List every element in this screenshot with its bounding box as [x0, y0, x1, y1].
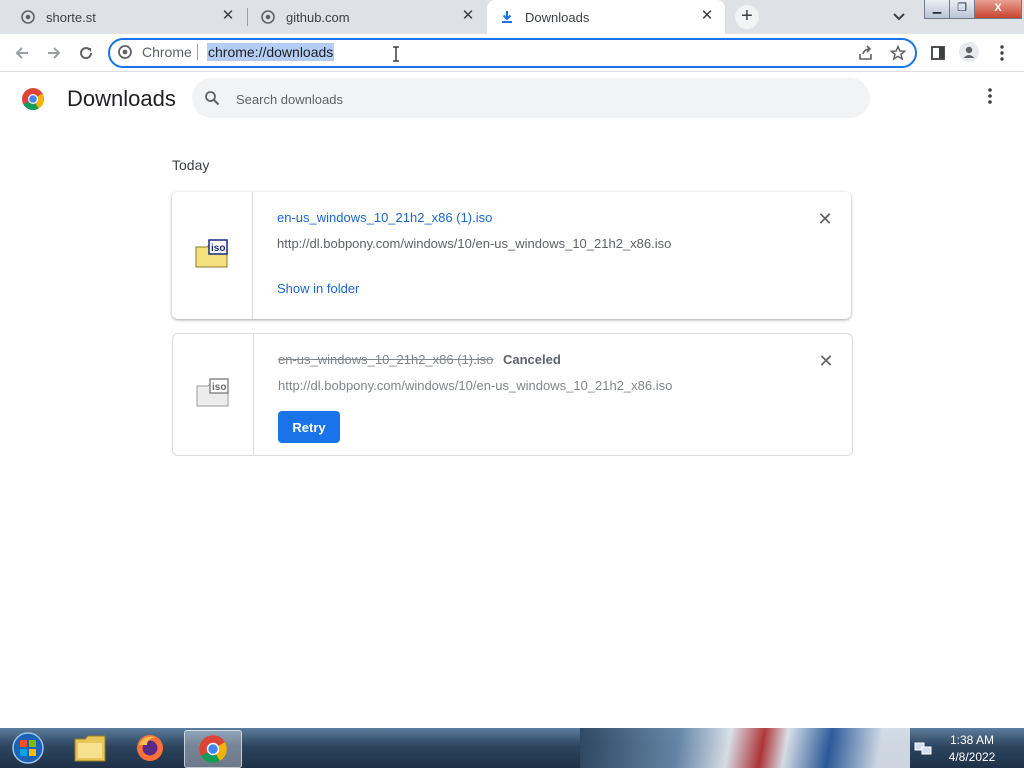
url-text[interactable]: chrome://downloads [207, 43, 335, 61]
download-status: Canceled [503, 352, 561, 367]
download-filename: en-us_windows_10_21h2_x86 (1).iso [278, 352, 494, 367]
retry-button[interactable]: Retry [278, 411, 340, 443]
svg-text:iso: iso [212, 382, 226, 393]
clock-date[interactable]: 4/8/2022 [940, 750, 1004, 764]
network-icon[interactable] [914, 740, 932, 756]
download-source-url[interactable]: http://dl.bobpony.com/windows/10/en-us_w… [277, 236, 671, 251]
new-tab-button[interactable]: + [735, 5, 759, 29]
close-tab-icon[interactable]: ✕ [699, 8, 715, 24]
download-filename-link[interactable]: en-us_windows_10_21h2_x86 (1).iso [277, 210, 492, 225]
bookmark-star-icon[interactable] [888, 43, 908, 63]
show-in-folder-link[interactable]: Show in folder [277, 281, 359, 296]
tab-github[interactable]: github.com ✕ [248, 0, 486, 34]
tab-downloads[interactable]: Downloads ✕ [487, 0, 725, 34]
tab-title: Downloads [525, 9, 590, 25]
file-explorer-icon[interactable] [62, 730, 118, 766]
desktop-wallpaper-strip [580, 728, 910, 768]
minimize-button[interactable]: ▁ [924, 0, 950, 19]
side-panel-icon[interactable] [928, 43, 948, 63]
date-section-header: Today [172, 157, 210, 173]
close-tab-icon[interactable]: ✕ [460, 8, 476, 24]
restore-button[interactable]: ❐ [949, 0, 975, 19]
chrome-menu-icon[interactable] [992, 43, 1012, 63]
reload-icon[interactable] [76, 43, 96, 63]
iso-file-icon: iso [196, 378, 229, 407]
close-tab-icon[interactable]: ✕ [220, 8, 236, 24]
omnibox-scheme-label: Chrome [142, 44, 192, 60]
remove-download-icon[interactable]: ✕ [817, 210, 833, 228]
close-window-button[interactable]: X [974, 0, 1022, 19]
tab-shortest[interactable]: shorte.st ✕ [0, 0, 246, 34]
clock-time[interactable]: 1:38 AM [940, 733, 1004, 747]
chrome-logo [21, 87, 45, 111]
download-item: iso en-us_windows_10_21h2_x86 (1).iso Ca… [172, 333, 853, 456]
firefox-icon[interactable] [122, 730, 178, 766]
remove-download-icon[interactable]: ✕ [818, 352, 834, 370]
search-input[interactable] [236, 89, 836, 109]
download-source-url[interactable]: http://dl.bobpony.com/windows/10/en-us_w… [278, 378, 672, 393]
start-orb-icon[interactable] [0, 730, 56, 766]
forward-arrow-icon[interactable] [44, 43, 64, 63]
globe-icon [20, 9, 36, 25]
tab-search-chevron-icon[interactable] [888, 6, 910, 28]
omnibox-divider [197, 44, 198, 60]
text-cursor-icon [392, 46, 402, 66]
download-icon [499, 9, 515, 25]
search-icon [204, 90, 220, 106]
globe-icon [260, 9, 276, 25]
chrome-icon[interactable] [184, 730, 242, 768]
iso-file-icon: iso [195, 239, 228, 268]
file-icon-column: iso [173, 334, 254, 455]
page-title: Downloads [67, 86, 176, 111]
download-item: iso en-us_windows_10_21h2_x86 (1).iso ht… [172, 192, 851, 319]
file-icon-column: iso [172, 192, 253, 319]
svg-text:iso: iso [211, 243, 225, 254]
chrome-page-icon [118, 45, 132, 59]
profile-avatar-icon[interactable] [959, 42, 979, 62]
page-more-icon[interactable] [980, 88, 1000, 110]
back-arrow-icon[interactable] [12, 43, 32, 63]
tab-title: github.com [286, 9, 350, 25]
share-icon[interactable] [856, 43, 876, 63]
tab-title: shorte.st [46, 9, 96, 25]
